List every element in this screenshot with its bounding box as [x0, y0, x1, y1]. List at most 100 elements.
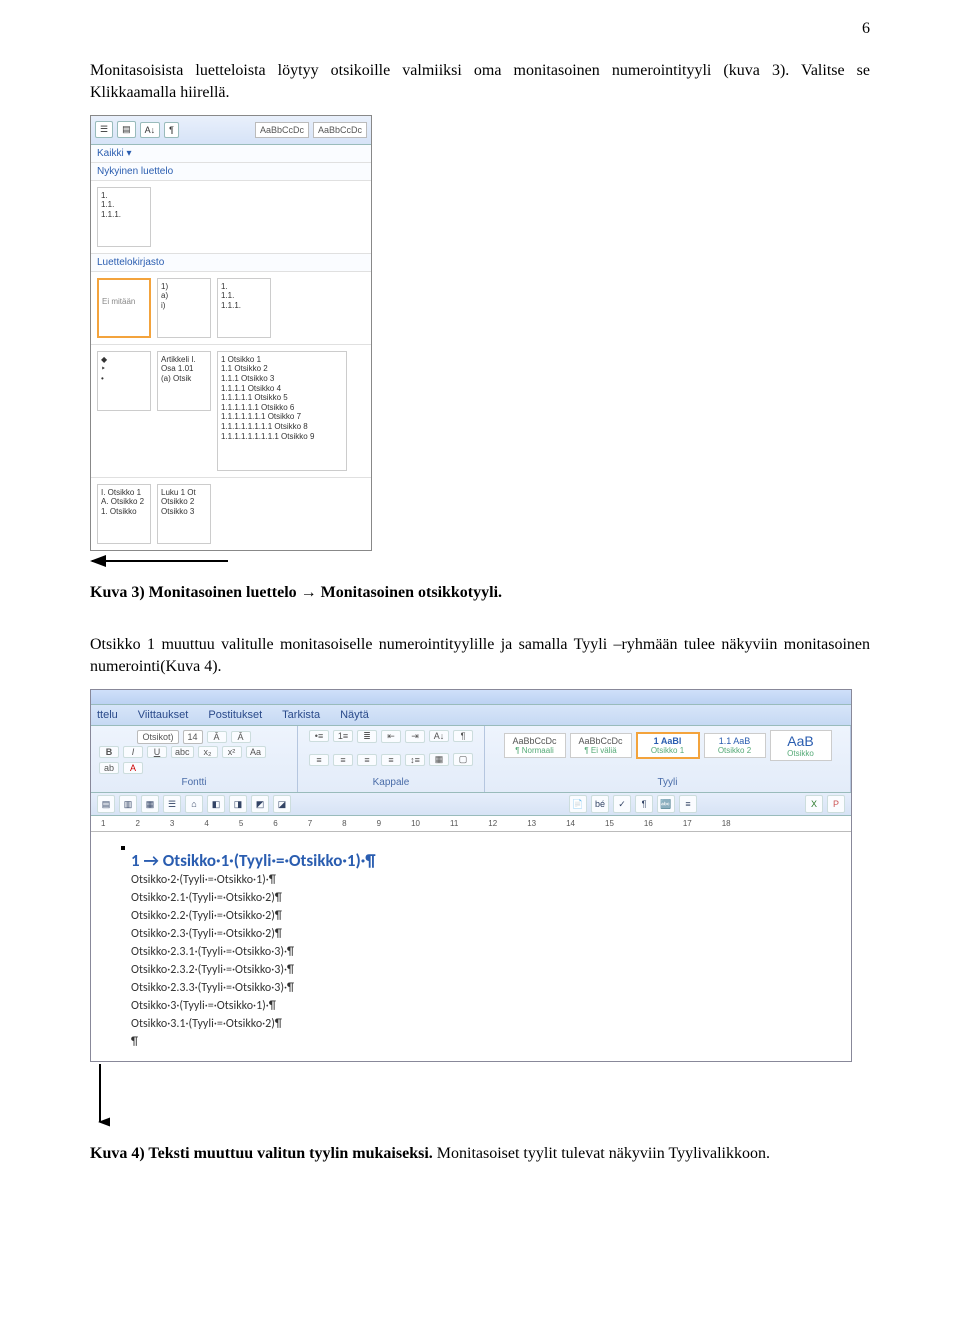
list-thumb-1-11-111[interactable]: 1. 1.1. 1.1.1.: [217, 278, 271, 338]
style-preview-2: AaBbCcDc: [313, 122, 367, 138]
qat-icon[interactable]: bé: [591, 795, 609, 813]
qat-icon[interactable]: ◩: [251, 795, 269, 813]
ruler-mark: 3: [170, 819, 174, 828]
group-label-kappale: Kappale: [373, 777, 410, 788]
italic-icon[interactable]: I: [123, 746, 143, 758]
list-thumb-roman[interactable]: I. Otsikko 1 A. Otsikko 2 1. Otsikko: [97, 484, 151, 544]
ruler-mark: 4: [204, 819, 208, 828]
highlight-icon[interactable]: ab: [99, 762, 119, 774]
group-label-fontti: Fontti: [181, 777, 206, 788]
doc-line-1: 1 → Otsikko·1·(Tyyli·=·Otsikko·1)·¶: [131, 850, 825, 871]
ruler-mark: 2: [135, 819, 139, 828]
annotation-arrow-fig3: [90, 551, 230, 571]
indent-icon[interactable]: ▤: [117, 121, 136, 138]
paragraph-2: Otsikko 1 muuttuu valitulle monitasoisel…: [90, 634, 870, 679]
list-thumb-1a-i[interactable]: 1) a) i): [157, 278, 211, 338]
document-area[interactable]: 1 → Otsikko·1·(Tyyli·=·Otsikko·1)·¶ Otsi…: [91, 832, 851, 1061]
qat-icon[interactable]: ◧: [207, 795, 225, 813]
figure-4: ttelu Viittaukset Postitukset Tarkista N…: [90, 689, 870, 1137]
align-right-icon[interactable]: ≡: [357, 754, 377, 766]
underline-icon[interactable]: U: [147, 746, 167, 758]
style-ei-valia[interactable]: AaBbCcDc ¶ Ei väliä: [570, 733, 632, 758]
strike-icon[interactable]: abc: [171, 746, 194, 758]
ruler-mark: 14: [566, 819, 575, 828]
tab-viittaukset[interactable]: Viittaukset: [138, 709, 189, 721]
title-bar: [91, 690, 851, 705]
ruler[interactable]: 1 2 3 4 5 6 7 8 9 10 11 12 13 14 15 16 1…: [91, 816, 851, 832]
font-color-icon[interactable]: A: [123, 762, 143, 774]
qat-icon[interactable]: ≡: [679, 795, 697, 813]
ruler-mark: 16: [644, 819, 653, 828]
doc-line: Otsikko·2·(Tyyli·=·Otsikko·1)·¶: [131, 871, 825, 889]
style-preview-1: AaBbCcDc: [255, 122, 309, 138]
pilcrow-icon[interactable]: ¶: [164, 122, 179, 138]
qat-icon[interactable]: ⌂: [185, 795, 203, 813]
ribbon: Otsikot) 14 Â Ǎ B I U abc x₂ x² Aa ab: [91, 726, 851, 793]
borders-icon[interactable]: ▢: [453, 753, 473, 766]
qat-icon[interactable]: ✓: [613, 795, 631, 813]
ruler-mark: 11: [450, 819, 458, 828]
qat-icon[interactable]: 📄: [569, 795, 587, 813]
decrease-indent-icon[interactable]: ⇤: [381, 730, 401, 743]
list-thumb-none[interactable]: Ei mitään: [97, 278, 151, 338]
qat-icon[interactable]: ▦: [141, 795, 159, 813]
list-thumb-otsikko-hierarchy[interactable]: 1 Otsikko 1 1.1 Otsikko 2 1.1.1 Otsikko …: [217, 351, 347, 471]
tab-tarkista[interactable]: Tarkista: [282, 709, 320, 721]
tab-asettelu[interactable]: ttelu: [97, 709, 118, 721]
qat-icon[interactable]: ▤: [97, 795, 115, 813]
align-left-icon[interactable]: ≡: [309, 754, 329, 766]
qat-icon[interactable]: ☰: [163, 795, 181, 813]
caption-3: Kuva 3) Monitasoinen luettelo → Monitaso…: [90, 584, 870, 602]
style-otsikko[interactable]: AaB Otsikko: [770, 730, 832, 761]
multilevel-icon[interactable]: ≣: [357, 730, 377, 743]
ruler-mark: 9: [377, 819, 381, 828]
style-otsikko-1[interactable]: 1 AaBl Otsikko 1: [636, 732, 700, 759]
numbering-icon[interactable]: 1≡: [333, 730, 353, 742]
tab-postitukset[interactable]: Postitukset: [208, 709, 262, 721]
sort-icon-2[interactable]: A↓: [429, 730, 449, 742]
multilevel-list-dropdown: ☰ ▤ A↓ ¶ AaBbCcDc AaBbCcDc Kaikki Nykyin…: [90, 115, 372, 551]
list-thumb-luku[interactable]: Luku 1 Ot Otsikko 2 Otsikko 3: [157, 484, 211, 544]
pilcrow-icon-2[interactable]: ¶: [453, 730, 473, 742]
superscript-icon[interactable]: x²: [222, 746, 242, 758]
qat-ppt-icon[interactable]: P: [827, 795, 845, 813]
section-kaikki[interactable]: Kaikki: [91, 145, 371, 163]
page-number: 6: [862, 20, 870, 38]
justify-icon[interactable]: ≡: [381, 754, 401, 766]
bullets-icon[interactable]: •≡: [309, 730, 329, 742]
subscript-icon[interactable]: x₂: [198, 746, 218, 758]
grow-font-icon[interactable]: Â: [207, 731, 227, 743]
ruler-mark: 17: [683, 819, 692, 828]
align-center-icon[interactable]: ≡: [333, 754, 353, 766]
qat-icon[interactable]: ▥: [119, 795, 137, 813]
list-thumb-bullets[interactable]: ◆ ‣ •: [97, 351, 151, 411]
ribbon-tabs: ttelu Viittaukset Postitukset Tarkista N…: [91, 705, 851, 726]
font-name-box[interactable]: Otsikot): [137, 730, 178, 744]
qat-icon[interactable]: ¶: [635, 795, 653, 813]
doc-line: Otsikko·2.3·(Tyyli·=·Otsikko·2)¶: [131, 925, 825, 943]
qat-icon[interactable]: ◨: [229, 795, 247, 813]
qat-icon[interactable]: ◪: [273, 795, 291, 813]
tab-nayta[interactable]: Näytä: [340, 709, 369, 721]
shrink-font-icon[interactable]: Ǎ: [231, 731, 251, 743]
style-otsikko-2[interactable]: 1.1 AaB Otsikko 2: [704, 733, 766, 758]
shading-icon[interactable]: ▦: [429, 753, 449, 766]
qat-icon[interactable]: 🔤: [657, 795, 675, 813]
annotation-arrow-fig4: [90, 1062, 110, 1132]
doc-line: Otsikko·2.1·(Tyyli·=·Otsikko·2)¶: [131, 889, 825, 907]
increase-indent-icon[interactable]: ⇥: [405, 730, 425, 743]
bold-icon[interactable]: B: [99, 746, 119, 758]
list-thumb-artikkeli[interactable]: Artikkeli I. Osa 1.01 (a) Otsik: [157, 351, 211, 411]
line-spacing-icon[interactable]: ↕≡: [405, 754, 425, 766]
current-list-thumb[interactable]: 1. 1.1. 1.1.1.: [97, 187, 151, 247]
sort-icon[interactable]: A↓: [140, 122, 161, 138]
change-case-icon[interactable]: Aa: [246, 746, 266, 758]
font-size-box[interactable]: 14: [183, 730, 203, 744]
doc-line: Otsikko·2.3.1·(Tyyli·=·Otsikko·3)·¶: [131, 943, 825, 961]
style-normaali[interactable]: AaBbCcDc ¶ Normaali: [504, 733, 566, 758]
caption-4: Kuva 4) Teksti muuttuu valitun tyylin mu…: [90, 1145, 870, 1163]
qat-excel-icon[interactable]: X: [805, 795, 823, 813]
ruler-mark: 8: [342, 819, 346, 828]
doc-line: Otsikko·2.3.3·(Tyyli·=·Otsikko·3)·¶: [131, 979, 825, 997]
multilevel-list-icon[interactable]: ☰: [95, 121, 113, 138]
